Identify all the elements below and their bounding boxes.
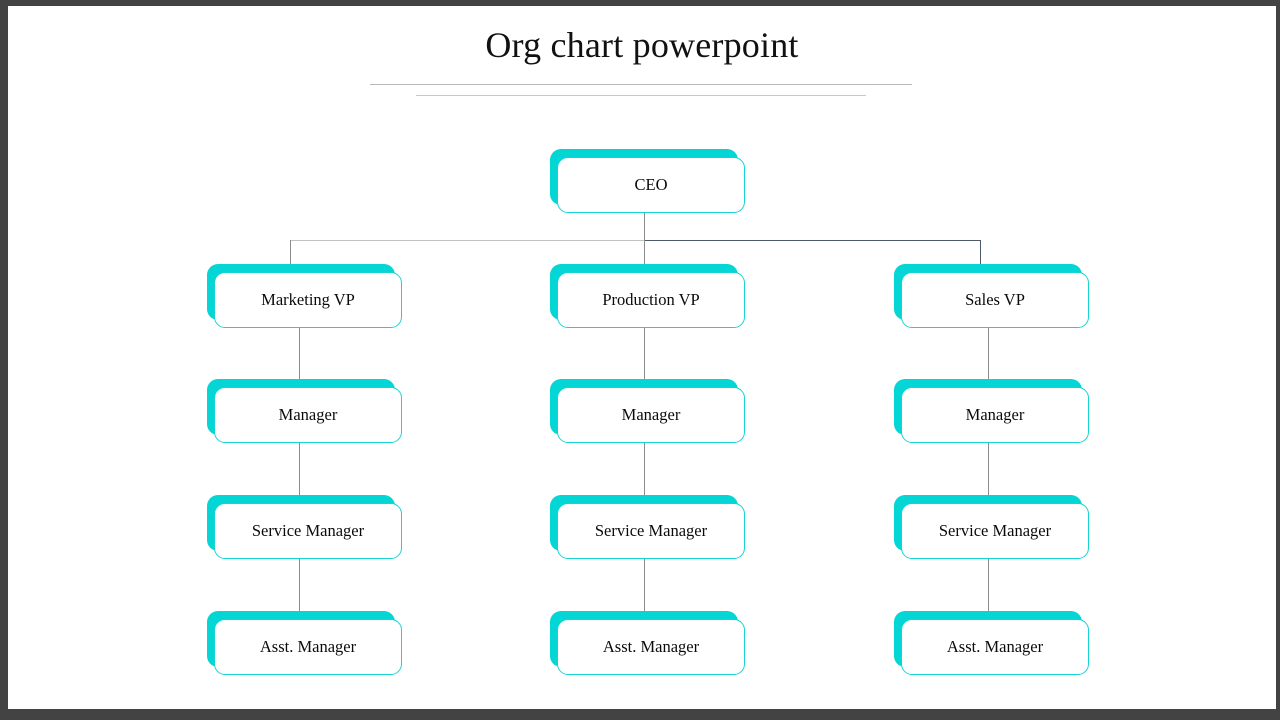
node-body[interactable]: Asst. Manager [557,619,745,675]
node-body[interactable]: Asst. Manager [214,619,402,675]
org-node-label: Manager [278,404,338,424]
org-node-manager-sales[interactable]: Manager [894,379,1089,443]
org-node-asst-manager-marketing[interactable]: Asst. Manager [207,611,402,675]
org-node-service-manager-production[interactable]: Service Manager [550,495,745,559]
org-node-label: Service Manager [938,520,1052,540]
node-body[interactable]: Production VP [557,272,745,328]
org-node-asst-manager-production[interactable]: Asst. Manager [550,611,745,675]
org-node-label: Service Manager [251,520,365,540]
org-node-label: Asst. Manager [946,636,1044,656]
connector-manager-to-service-manager-center [644,443,645,499]
node-body[interactable]: Manager [214,387,402,443]
node-body[interactable]: Manager [901,387,1089,443]
connector-manager-to-service-manager-left [299,443,300,499]
org-node-asst-manager-sales[interactable]: Asst. Manager [894,611,1089,675]
org-node-manager-marketing[interactable]: Manager [207,379,402,443]
org-node-label: Service Manager [594,520,708,540]
node-body[interactable]: Manager [557,387,745,443]
org-node-service-manager-sales[interactable]: Service Manager [894,495,1089,559]
connector-bus-right [644,240,981,241]
node-body[interactable]: Service Manager [214,503,402,559]
org-node-label: Marketing VP [261,289,355,309]
connector-bus-left [290,240,645,241]
org-node-label: CEO [634,174,668,194]
node-body[interactable]: CEO [557,157,745,213]
org-node-sales-vp[interactable]: Sales VP [894,264,1089,328]
org-node-label: Asst. Manager [602,636,700,656]
node-body[interactable]: Service Manager [557,503,745,559]
connector-service-manager-to-asst-manager-right [988,559,989,615]
org-node-label: Production VP [602,289,700,309]
org-node-label: Manager [621,404,681,424]
connector-service-manager-to-asst-manager-left [299,559,300,615]
connector-sales-vp-to-manager [988,328,989,384]
node-body[interactable]: Asst. Manager [901,619,1089,675]
connector-production-vp-to-manager [644,328,645,384]
org-node-production-vp[interactable]: Production VP [550,264,745,328]
org-node-ceo[interactable]: CEO [550,149,745,213]
org-node-label: Sales VP [965,289,1025,309]
org-node-marketing-vp[interactable]: Marketing VP [207,264,402,328]
org-node-label: Manager [965,404,1025,424]
connector-marketing-vp-to-manager [299,328,300,384]
connector-manager-to-service-manager-right [988,443,989,499]
org-chart: CEO Marketing VP Production VP Sales VP … [8,6,1276,709]
slide-frame: Org chart powerpoint CEO Marketing VP Pr… [0,0,1280,720]
org-node-service-manager-marketing[interactable]: Service Manager [207,495,402,559]
connector-service-manager-to-asst-manager-center [644,559,645,615]
node-body[interactable]: Sales VP [901,272,1089,328]
slide-canvas: Org chart powerpoint CEO Marketing VP Pr… [8,6,1276,709]
org-node-label: Asst. Manager [259,636,357,656]
node-body[interactable]: Marketing VP [214,272,402,328]
org-node-manager-production[interactable]: Manager [550,379,745,443]
node-body[interactable]: Service Manager [901,503,1089,559]
